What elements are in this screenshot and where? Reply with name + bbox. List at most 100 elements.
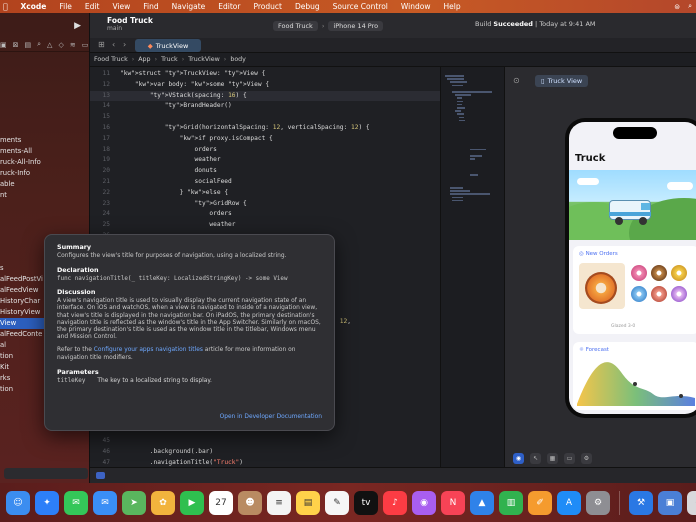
menu-source-control[interactable]: Source Control	[333, 2, 388, 11]
settings-icon[interactable]: ⚙	[581, 452, 592, 464]
navigator-item[interactable]: ments	[0, 135, 89, 146]
folder-icon[interactable]: ▣	[0, 41, 7, 49]
donut-image	[671, 286, 687, 302]
dock-app-tv-icon[interactable]: tv	[354, 491, 378, 515]
iphone-preview[interactable]: Truck ◎ New Orders Glazed 3-0 ☼ Forecast	[565, 118, 696, 418]
scheme-chip[interactable]: Food Truck	[273, 20, 318, 31]
preview-chip[interactable]: ▯ Truck View	[535, 75, 589, 87]
open-documentation-link[interactable]: Open in Developer Documentation	[220, 414, 322, 420]
refer-prefix: Refer to the	[57, 347, 94, 354]
line-number: 25	[102, 221, 110, 229]
destination-chip[interactable]: iPhone 14 Pro	[328, 20, 384, 31]
navigator-item[interactable]: nt	[0, 190, 89, 201]
code-line: 24 orders	[90, 209, 440, 220]
minimap-line	[454, 94, 471, 96]
tab-truckview[interactable]: ◆ TruckView	[135, 39, 201, 52]
dock-app-facetime-icon[interactable]: ▶	[180, 491, 204, 515]
dock-app-maps-icon[interactable]: ➤	[122, 491, 146, 515]
forward-icon[interactable]: ›	[123, 40, 126, 49]
grid-icon[interactable]: ⊞	[98, 40, 105, 49]
navigator-item[interactable]: able	[0, 179, 89, 190]
apple-menu-icon[interactable]: 	[3, 2, 8, 11]
line-number: 17	[102, 134, 110, 142]
menu-window[interactable]: Window	[401, 2, 431, 11]
dock-app-trash-icon[interactable]: ♻	[687, 491, 696, 515]
quick-help-popover: Summary Configures the view's title for …	[44, 234, 335, 431]
dock-app-finder-icon[interactable]: ☺	[6, 491, 30, 515]
orders-card[interactable]: ◎ New Orders Glazed 3-0	[573, 246, 696, 334]
dock-app-pages-icon[interactable]: ✐	[528, 491, 552, 515]
symbol-icon[interactable]: ▤	[25, 41, 32, 49]
debug-toggle-icon[interactable]	[96, 472, 105, 479]
dock-app-news-icon[interactable]: N	[441, 491, 465, 515]
dock-app-notes-icon[interactable]: ▤	[296, 491, 320, 515]
jump-bar-item[interactable]: App	[138, 56, 150, 63]
minimap-line	[470, 174, 479, 176]
menu-view[interactable]: View	[112, 2, 130, 11]
dock-app-app-store-icon[interactable]: A	[557, 491, 581, 515]
dock-app-contacts-icon[interactable]: ☻	[238, 491, 262, 515]
source-control-icon[interactable]: ⊠	[13, 41, 19, 49]
dock-app-mail-icon[interactable]: ✉	[93, 491, 117, 515]
declaration-heading: Declaration	[57, 266, 99, 275]
dock-app-music-icon[interactable]: ♪	[383, 491, 407, 515]
dock-app-messages-icon[interactable]: ✉	[64, 491, 88, 515]
navigator-item[interactable]: ruck-All-Info	[0, 157, 89, 168]
dock-app-podcasts-icon[interactable]: ◉	[412, 491, 436, 515]
device-icon[interactable]: ▭	[564, 452, 575, 464]
menu-app-name[interactable]: Xcode	[21, 2, 47, 11]
minimap-line	[470, 155, 483, 157]
breakpoint-icon[interactable]: ▭	[82, 41, 89, 49]
dock-app-freeform-icon[interactable]: ✎	[325, 491, 349, 515]
jump-bar-item[interactable]: Food Truck	[94, 56, 128, 63]
dock-app-keynote-icon[interactable]: ▲	[470, 491, 494, 515]
chevron-right-icon: ›	[321, 21, 325, 30]
debug-icon[interactable]: ≋	[70, 41, 76, 49]
issue-icon[interactable]: △	[47, 41, 52, 49]
dock-app-reminders-icon[interactable]: ≡	[267, 491, 291, 515]
cloud	[667, 182, 693, 190]
pin-icon[interactable]: ⊙	[513, 76, 520, 85]
live-preview-icon[interactable]: ◉	[513, 452, 524, 464]
find-icon[interactable]: ⌕	[37, 40, 41, 49]
control-center-icon[interactable]: ⊜	[674, 3, 680, 11]
jump-bar-item[interactable]: body	[230, 56, 246, 63]
dock-app-calendar-icon[interactable]: 27	[209, 491, 233, 515]
dock-app-photos-icon[interactable]: ✿	[151, 491, 175, 515]
dock-app-xcode-icon[interactable]: ⚒	[629, 491, 653, 515]
jump-bar-item[interactable]: TruckView	[188, 56, 220, 63]
discussion-text: A view's navigation title is used to vis…	[57, 298, 321, 341]
back-icon[interactable]: ‹	[112, 40, 115, 49]
line-number: 24	[102, 210, 110, 218]
donut-image	[631, 265, 647, 281]
menu-navigate[interactable]: Navigate	[172, 2, 206, 11]
menu-edit[interactable]: Edit	[85, 2, 100, 11]
selectable-icon[interactable]: ↖	[530, 452, 541, 464]
forecast-card[interactable]: ☼ Forecast	[573, 342, 696, 410]
navigator-item[interactable]: ruck-Info	[0, 168, 89, 179]
menu-product[interactable]: Product	[253, 2, 281, 11]
menu-help[interactable]: Help	[443, 2, 460, 11]
run-button[interactable]: ▶	[74, 21, 81, 31]
search-icon[interactable]: ⌕	[688, 2, 692, 11]
dock-app-numbers-icon[interactable]: ▥	[499, 491, 523, 515]
project-branch: main	[107, 25, 122, 32]
parameters-heading: Parameters	[57, 367, 99, 376]
menu-file[interactable]: File	[59, 2, 72, 11]
menu-find[interactable]: Find	[143, 2, 158, 11]
variants-icon[interactable]: ▦	[547, 452, 558, 464]
navigator-item[interactable]: ments-All	[0, 146, 89, 157]
code-text: "ty">Grid(horizontalSpacing: 12, vertica…	[164, 123, 370, 131]
dock-app-simulator-icon[interactable]: ▣	[658, 491, 682, 515]
test-icon[interactable]: ◇	[58, 41, 63, 49]
minimap[interactable]	[440, 67, 504, 467]
refer-link[interactable]: Configure your apps navigation titles	[94, 347, 203, 353]
navigator-top: ▶	[0, 13, 89, 38]
menu-debug[interactable]: Debug	[295, 2, 320, 11]
menu-editor[interactable]: Editor	[218, 2, 240, 11]
navigator-filter[interactable]	[4, 468, 88, 479]
scheme-selector[interactable]: Food Truck › iPhone 14 Pro	[273, 20, 384, 31]
jump-bar-item[interactable]: Truck	[161, 56, 178, 63]
dock-app-system-settings-icon[interactable]: ⚙	[586, 491, 610, 515]
dock-app-safari-icon[interactable]: ✦	[35, 491, 59, 515]
